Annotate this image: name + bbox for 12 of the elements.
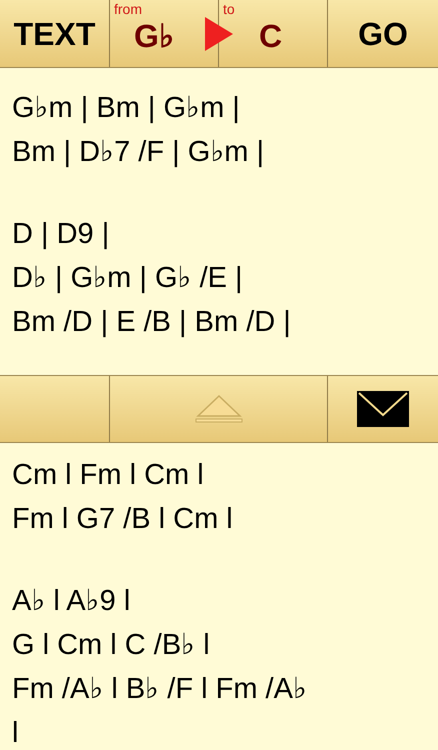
to-key: C: [259, 16, 282, 56]
text-button[interactable]: TEXT: [0, 0, 110, 67]
go-button[interactable]: GO: [328, 0, 438, 67]
envelope-icon: [357, 391, 409, 427]
from-label: from: [114, 0, 142, 18]
transposed-chords-text: Cm l Fm l Cm l Fm l G7 /B l Cm l A♭ l A♭9 l G l Cm l C /B♭ l Fm /A♭ l B♭ /F l Fm /A♭ l: [11, 458, 308, 749]
play-icon: [205, 17, 233, 51]
to-key-button[interactable]: to C: [219, 0, 328, 67]
from-key: G♭: [134, 16, 174, 56]
triangle-up-icon: [194, 394, 244, 424]
to-label: to: [223, 0, 235, 18]
original-chords-text: G♭m | Bm | G♭m | Bm | D♭7 /F | G♭m | D | D9 | D♭ | G♭m | G♭ /E | Bm /D | E /B | Bm /D |: [11, 91, 292, 340]
